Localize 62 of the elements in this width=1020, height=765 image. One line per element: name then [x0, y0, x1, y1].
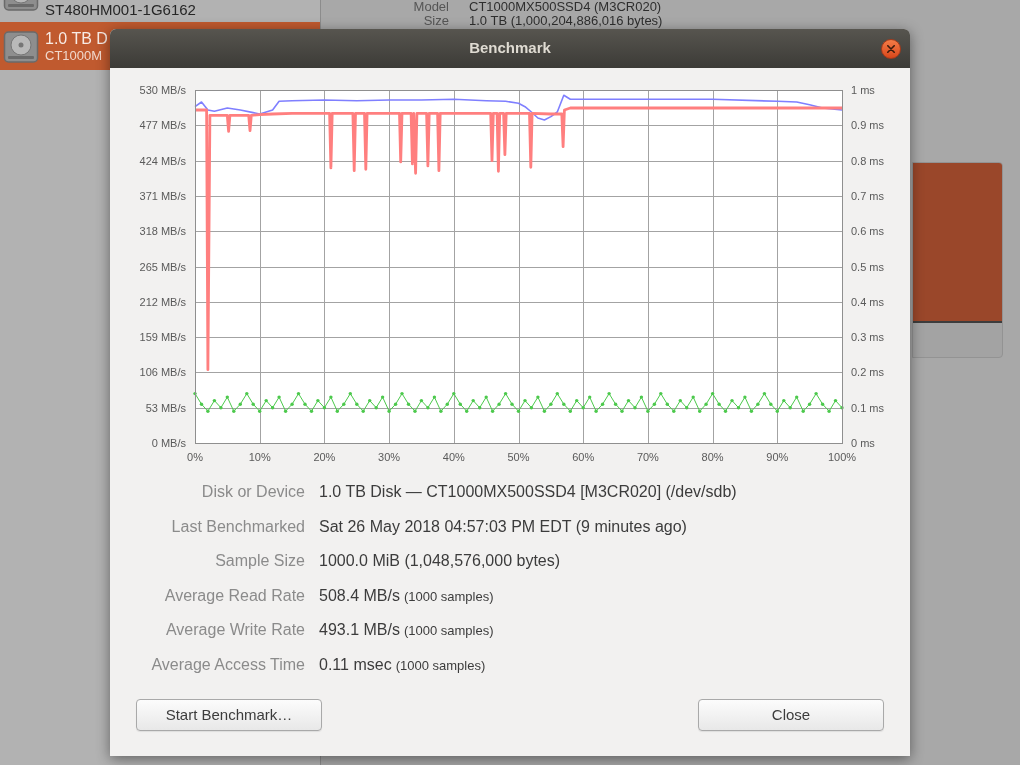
axis-label: 424 MB/s [139, 154, 186, 167]
field-label: Average Write Rate [164, 620, 305, 641]
axis-label: 100% [827, 451, 857, 463]
axis-label: 0.3 ms [851, 331, 884, 344]
close-icon [887, 44, 895, 53]
axis-label: 0.9 ms [851, 119, 884, 132]
axis-label: 212 MB/s [139, 295, 186, 308]
drive-model: ST480HM001-1G6162 [45, 1, 196, 19]
axis-label: 0.5 ms [851, 260, 884, 273]
axis-label: 0.7 ms [851, 189, 884, 202]
start-benchmark-button[interactable]: Start Benchmark… [136, 699, 322, 731]
axis-label: 0.6 ms [851, 225, 884, 238]
field-value: Sat 26 May 2018 04:57:03 PM EDT (9 minutes ago) [319, 516, 687, 537]
window-close-button[interactable] [881, 38, 901, 59]
axis-label: 30% [378, 451, 401, 463]
field-label: Average Access Time [150, 654, 305, 675]
axis-label: 477 MB/s [139, 119, 186, 132]
drive-model: CT1000M [45, 47, 104, 64]
field-value: 1.0 TB Disk — CT1000MX500SSD4 [M3CR020] (/dev/sdb) [319, 482, 737, 503]
detail-label: Model [412, 0, 449, 14]
axis-label: 159 MB/s [139, 331, 186, 344]
axis-label: 60% [572, 451, 595, 463]
dialog-title: Benchmark [468, 38, 552, 59]
detail-value: 1.0 TB (1,000,204,886,016 bytes) [469, 14, 663, 28]
field-value: 0.11 msec [319, 654, 392, 675]
axis-label: 90% [766, 451, 789, 463]
axis-label: 70% [636, 451, 659, 463]
sample-count: (1000 samples) [403, 622, 494, 641]
field-value: 1000.0 MiB (1,048,576,000 bytes) [319, 551, 561, 572]
axis-label: 0.8 ms [851, 154, 884, 167]
axis-label: 0 ms [851, 437, 875, 449]
field-label: Average Read Rate [163, 585, 305, 606]
hard-drive-icon [3, 0, 39, 12]
axis-label: 106 MB/s [139, 366, 186, 379]
axis-label: 53 MB/s [145, 401, 186, 414]
axis-label: 20% [313, 451, 336, 463]
field-label: Disk or Device [200, 482, 305, 503]
axis-label: 10% [248, 451, 271, 463]
detail-label: Size [422, 14, 449, 28]
hard-drive-icon [3, 28, 39, 64]
axis-label: 0.2 ms [851, 366, 884, 379]
axis-label: 0% [187, 451, 203, 463]
axis-label: 265 MB/s [139, 260, 186, 273]
axis-label: 318 MB/s [139, 225, 186, 238]
axis-label: 50% [507, 451, 530, 463]
axis-label: 40% [442, 451, 465, 463]
sample-count: (1000 samples) [395, 656, 486, 675]
axis-label: 0 MB/s [151, 437, 186, 449]
field-value: 493.1 MB/s [319, 620, 400, 641]
field-value: 508.4 MB/s [319, 585, 400, 606]
axis-label: 530 MB/s [139, 84, 186, 96]
sample-count: (1000 samples) [403, 587, 494, 606]
axis-label: 1 ms [851, 84, 875, 96]
field-label: Sample Size [214, 551, 305, 572]
axis-label: 0.4 ms [851, 295, 884, 308]
detail-value: CT1000MX500SSD4 (M3CR020) [469, 0, 662, 14]
axis-label: 371 MB/s [139, 189, 186, 202]
close-button[interactable]: Close [698, 699, 884, 731]
axis-label: 80% [701, 451, 724, 463]
field-label: Last Benchmarked [170, 516, 305, 537]
drive-name: 1.0 TB D [45, 28, 108, 48]
axis-label: 0.1 ms [851, 401, 884, 414]
